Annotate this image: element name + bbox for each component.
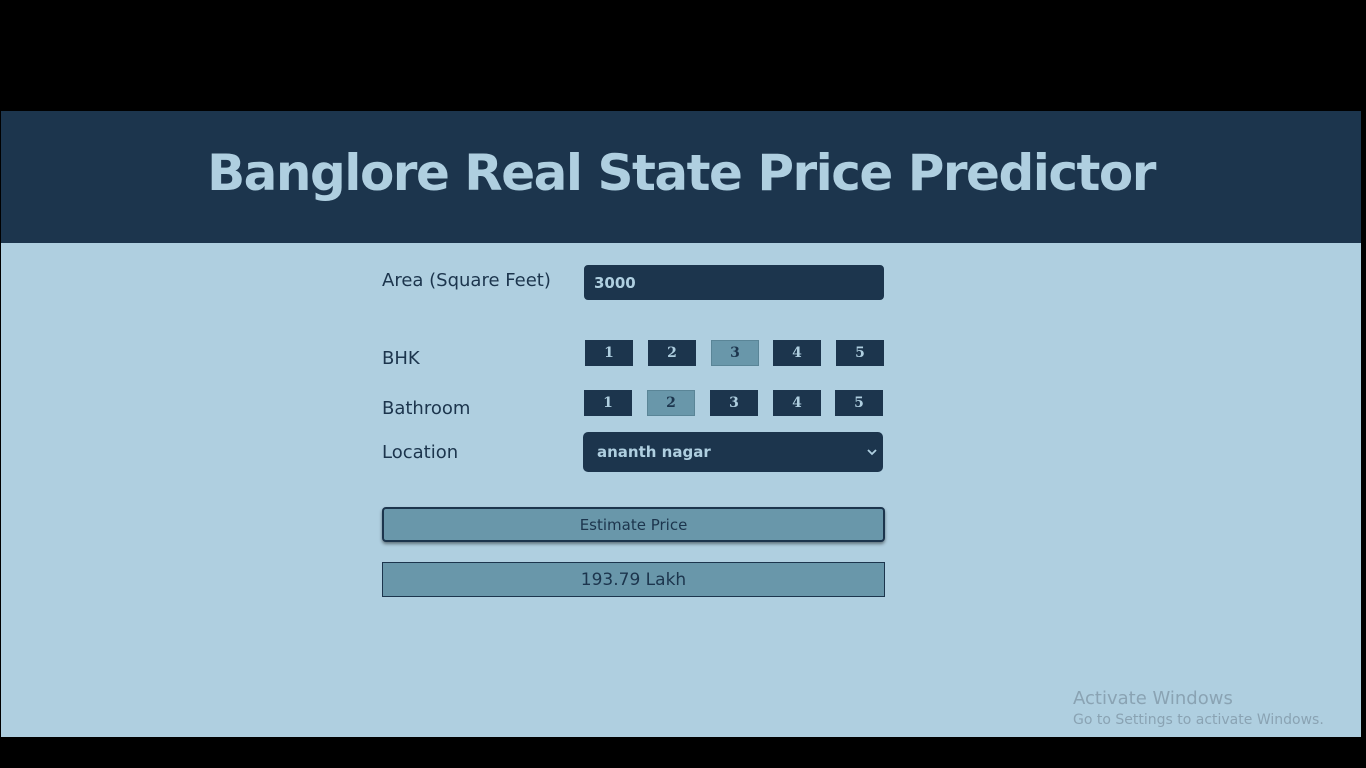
bhk-option-3[interactable]: 3 [711,340,759,366]
bhk-option-5[interactable]: 5 [836,340,884,366]
watermark-subtitle: Go to Settings to activate Windows. [1073,712,1324,728]
bhk-option-2[interactable]: 2 [648,340,696,366]
bathroom-option-5[interactable]: 5 [835,390,883,416]
bathroom-option-3[interactable]: 3 [710,390,758,416]
area-label: Area (Square Feet) [382,270,551,291]
bathroom-option-1[interactable]: 1 [584,390,632,416]
location-label: Location [382,442,459,463]
chevron-down-icon [867,446,877,459]
estimate-price-button[interactable]: Estimate Price [382,507,885,542]
bathroom-option-2[interactable]: 2 [647,390,695,416]
header: Banglore Real State Price Predictor [1,111,1361,243]
watermark-title: Activate Windows [1073,688,1233,709]
bathroom-option-4[interactable]: 4 [773,390,821,416]
location-value: ananth nagar [597,443,711,461]
windows-activation-watermark: Activate Windows Go to Settings to activ… [1073,688,1324,728]
price-result: 193.79 Lakh [382,562,885,597]
bhk-option-4[interactable]: 4 [773,340,821,366]
bathroom-label: Bathroom [382,398,471,419]
bhk-option-1[interactable]: 1 [585,340,633,366]
page-title: Banglore Real State Price Predictor [207,144,1156,202]
bhk-label: BHK [382,348,420,369]
area-input[interactable] [584,265,884,300]
page: Banglore Real State Price Predictor Area… [1,111,1361,737]
location-select[interactable]: ananth nagar [583,432,883,472]
